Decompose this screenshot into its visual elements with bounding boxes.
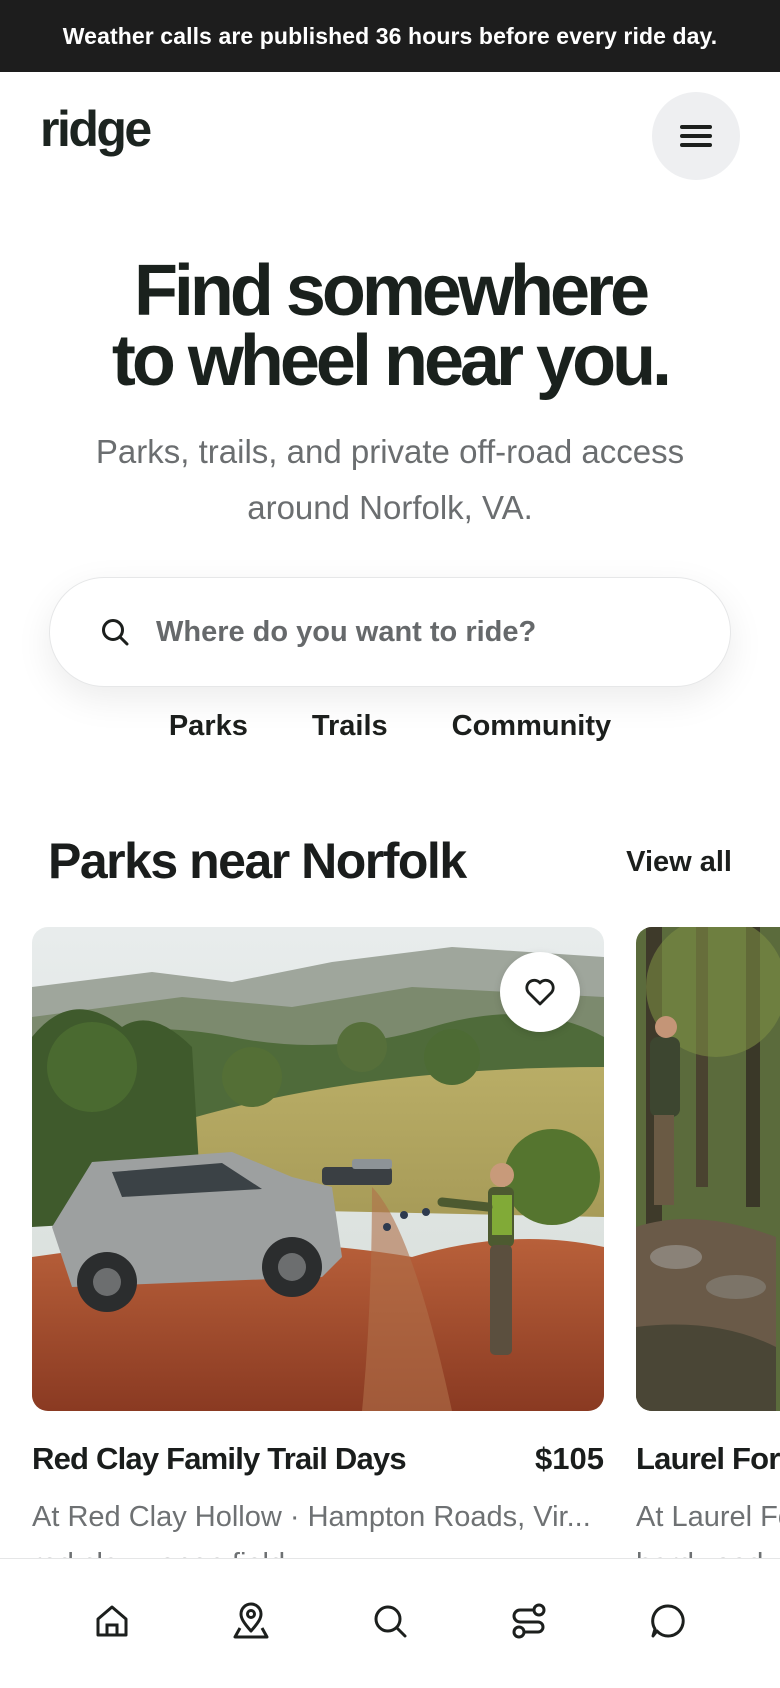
announcement-text: Weather calls are published 36 hours bef… [62,22,718,49]
bottom-nav [0,1558,780,1688]
nav-routes[interactable] [499,1591,559,1651]
park-card[interactable]: Red Clay Family Trail Days $105 At Red C… [32,927,604,1581]
search-bar[interactable] [49,577,731,687]
tab-trails[interactable]: Trails [312,710,388,750]
tab-community[interactable]: Community [452,710,612,750]
search-input[interactable] [156,615,676,649]
heart-icon [525,978,555,1006]
hero-title: Find somewhere to wheel near you. [40,255,740,397]
nav-chat[interactable] [638,1591,698,1651]
category-tabs: Parks Trails Community [0,710,780,750]
card-title[interactable]: Red Clay Family Trail Days [32,1441,407,1477]
hamburger-menu-icon [680,125,712,147]
hero-title-line-2: to wheel near you. [111,321,672,401]
menu-button[interactable] [652,92,740,180]
park-card[interactable]: Laurel For At Laurel Fo hardwood · [636,927,780,1581]
park-card-image[interactable] [636,927,780,1411]
announcement-bar: Weather calls are published 36 hours bef… [0,0,780,72]
nav-search[interactable] [360,1591,420,1651]
home-icon [96,1605,128,1636]
park-card-image[interactable] [32,927,604,1411]
tab-parks[interactable]: Parks [169,710,248,750]
card-title[interactable]: Laurel For [636,1441,780,1477]
hero-subtitle: Parks, trails, and private off-road acce… [70,424,710,536]
logo[interactable]: ridge [40,104,152,154]
hero-title-line-1: Find somewhere [133,251,650,331]
view-all-link[interactable]: View all [626,846,732,879]
section-title: Parks near Norfolk [48,833,467,889]
favorite-button[interactable] [500,952,580,1032]
forest-photo [636,927,780,1411]
nav-map[interactable] [221,1591,281,1651]
search-icon [374,1605,407,1637]
hero-subtitle-line-1: Parks, trails, and private off-road acce… [95,433,685,470]
nav-home[interactable] [82,1591,142,1651]
chat-icon [651,1603,685,1637]
card-price: $105 [535,1441,604,1476]
hero-subtitle-line-2: around Norfolk, VA. [247,489,533,526]
card-location: At Red Clay Hollow · Hampton Roads, Vir.… [32,1501,591,1533]
map-pin-icon [233,1602,269,1638]
card-header: Laurel For [636,1437,780,1481]
search-icon [102,619,129,646]
route-icon [512,1603,546,1638]
card-header: Red Clay Family Trail Days $105 [32,1437,604,1481]
card-location: At Laurel Fo [636,1501,780,1533]
page: Weather calls are published 36 hours bef… [0,0,780,1688]
